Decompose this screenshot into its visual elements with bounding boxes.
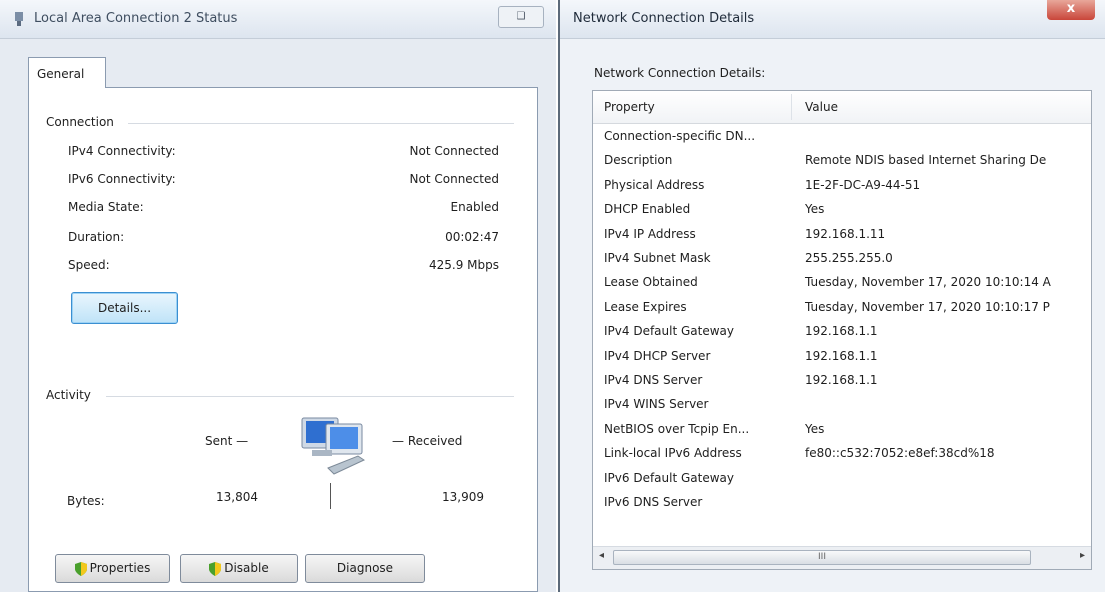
table-row[interactable]: IPv4 DHCP Server 192.168.1.1 [593,349,1091,373]
bytes-label: Bytes: [67,494,105,508]
property-cell: IPv4 Subnet Mask [604,251,711,265]
horizontal-scrollbar[interactable]: ◂ III ▸ [593,546,1091,569]
network-computers-icon [301,417,366,475]
property-cell: Physical Address [604,177,705,192]
details-caption: Network Connection Details: [594,66,766,80]
listview-header: Property Value [593,91,1091,124]
ipv4-connectivity-value: Not Connected [409,144,499,158]
property-cell: IPv4 IP Address [604,226,696,241]
value-cell: fe80::c532:7052:e8ef:38cd%18 [805,446,995,461]
close-button[interactable]: x [1047,0,1095,20]
value-cell: Remote NDIS based Internet Sharing De [805,153,1047,168]
details-window-title: Network Connection Details [573,11,755,26]
value-cell: 192.168.1.1 [805,324,878,339]
duration-label: Duration: [68,230,125,244]
ipv6-connectivity-value: Not Connected [409,172,499,186]
value-cell: 192.168.1.11 [805,226,886,241]
properties-button-label: Properties [89,561,151,575]
bytes-received-value: 13,909 [442,490,484,504]
connection-divider [128,123,514,124]
activity-divider [106,396,514,397]
diagnose-button[interactable]: Diagnose [305,554,425,583]
value-cell: 192.168.1.1 [805,348,878,363]
disable-button[interactable]: Disable [180,554,298,583]
table-row[interactable]: IPv4 Default Gateway 192.168.1.1 [593,324,1091,348]
speed-value: 425.9 Mbps [428,258,499,272]
property-cell: IPv4 Default Gateway [604,324,734,339]
property-cell: IPv6 DNS Server [604,495,703,509]
speed-label: Speed: [68,258,110,272]
uac-shield-icon [209,561,222,576]
table-row[interactable]: DHCP Enabled Yes [593,202,1091,226]
property-cell: Lease Obtained [604,275,698,290]
table-row[interactable]: Lease Obtained Tuesday, November 17, 2020… [593,275,1091,299]
value-cell: Tuesday, November 17, 2020 10:10:17 P [805,299,1050,314]
general-tab-panel [28,87,538,592]
table-row[interactable]: IPv6 Default Gateway [593,471,1091,495]
table-row[interactable]: Lease Expires Tuesday, November 17, 2020 … [593,300,1091,324]
table-row[interactable]: IPv4 WINS Server [593,397,1091,421]
details-button[interactable]: Details... [71,292,178,324]
table-row[interactable]: NetBIOS over Tcpip En... Yes [593,422,1091,446]
property-cell: Lease Expires [604,299,687,314]
status-titlebar[interactable]: Local Area Connection 2 Status ❑ [0,0,556,39]
activity-group-label: Activity [46,388,97,402]
properties-button[interactable]: Properties [55,554,170,583]
sent-label: Sent — [205,434,249,448]
column-header-value[interactable]: Value [805,100,838,114]
table-row[interactable]: Connection-specific DN... [593,129,1091,153]
details-titlebar[interactable]: Network Connection Details x [560,0,1105,39]
bytes-sent-value: 13,804 [216,490,258,504]
property-cell: IPv4 DHCP Server [604,348,711,363]
activity-divider-vertical [330,483,331,509]
scrollbar-thumb[interactable]: III [613,550,1031,565]
property-cell: Link-local IPv6 Address [604,446,742,461]
network-connection-details-window: Network Connection Details x Network Con… [558,0,1105,592]
property-cell: Connection-specific DN... [604,129,756,143]
table-row[interactable]: IPv4 IP Address 192.168.1.11 [593,227,1091,251]
property-cell: NetBIOS over Tcpip En... [604,421,750,436]
value-cell: Tuesday, November 17, 2020 10:10:14 A [805,275,1051,290]
uac-shield-icon [74,561,87,576]
table-row[interactable]: Physical Address 1E-2F-DC-A9-44-51 [593,178,1091,202]
maximize-button[interactable]: ❑ [498,6,544,28]
media-state-label: Media State: [68,200,144,214]
value-cell: 1E-2F-DC-A9-44-51 [805,177,921,192]
property-cell: IPv6 Default Gateway [604,470,734,485]
table-row[interactable]: IPv6 DNS Server [593,495,1091,519]
disable-button-label: Disable [224,561,269,575]
ipv4-connectivity-label: IPv4 Connectivity: [68,144,176,158]
value-cell: 255.255.255.0 [805,251,893,265]
column-header-property[interactable]: Property [604,100,655,114]
duration-value: 00:02:47 [445,230,499,244]
details-listview[interactable]: Property Value Connection-specific DN...… [592,90,1092,570]
window-icon [15,12,23,26]
property-cell: IPv4 DNS Server [604,373,703,387]
media-state-value: Enabled [450,200,500,214]
table-row[interactable]: IPv4 DNS Server 192.168.1.1 [593,373,1091,397]
column-divider[interactable] [791,94,792,120]
value-cell: 192.168.1.1 [805,373,878,387]
table-row[interactable]: Link-local IPv6 Address fe80::c532:7052:e… [593,446,1091,470]
tab-general[interactable]: General [28,57,106,88]
scroll-left-arrow[interactable]: ◂ [599,550,604,561]
property-cell: IPv4 WINS Server [604,397,709,412]
value-cell: Yes [805,202,825,217]
table-row[interactable]: Description Remote NDIS based Internet Sh… [593,153,1091,177]
scroll-right-arrow[interactable]: ▸ [1080,550,1085,561]
value-cell: Yes [805,421,825,436]
received-label: — Received [392,434,463,448]
connection-status-window: Local Area Connection 2 Status ❑ General… [0,0,556,592]
property-cell: DHCP Enabled [604,202,691,217]
property-cell: Description [604,153,673,168]
connection-group-label: Connection [46,115,120,129]
table-row[interactable]: IPv4 Subnet Mask 255.255.255.0 [593,251,1091,275]
ipv6-connectivity-label: IPv6 Connectivity: [68,172,176,186]
status-window-title: Local Area Connection 2 Status [34,11,238,26]
